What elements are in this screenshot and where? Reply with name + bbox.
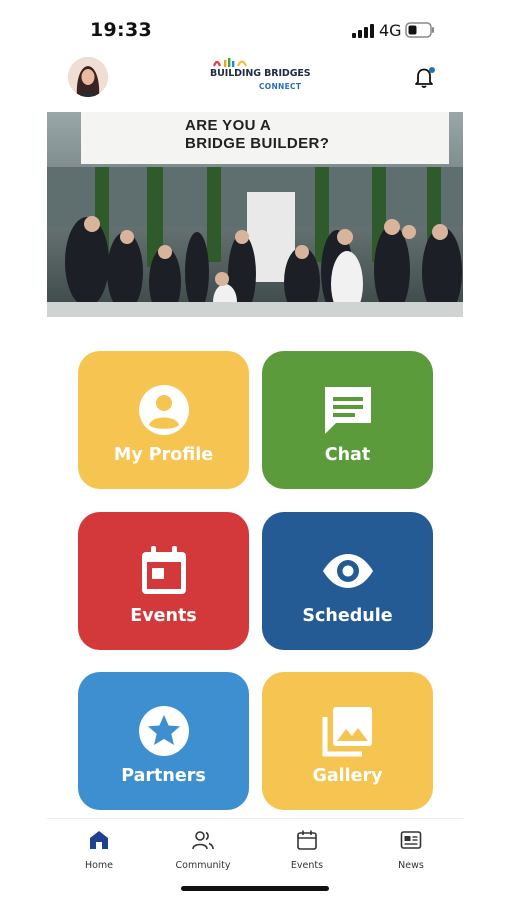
nav-label: Home [84,860,114,871]
hero-headline-line2: BRIDGE BUILDER? [185,135,330,152]
tile-label: Schedule [302,606,393,626]
calendar-icon [141,546,186,594]
tile-label: Partners [121,766,206,786]
signal-icon [352,24,374,38]
chat-tile[interactable]: Chat [262,351,433,489]
home-indicator [181,886,329,891]
gallery-tile[interactable]: Gallery [262,672,433,810]
avatar-image [68,57,108,97]
logo-subtitle: CONNECT [259,82,302,91]
bell-icon [415,67,435,88]
nav-label: News [398,860,424,871]
nav-label: Events [290,860,324,871]
tile-label: My Profile [113,445,214,465]
logo-title: BUILDING BRIDGES [210,68,311,79]
nav-item-news[interactable]: News [359,819,463,879]
user-circle-icon [138,385,189,435]
eye-icon [322,554,373,588]
battery-icon [405,22,434,38]
tile-label: Chat [324,445,371,465]
tile-label: Events [130,606,197,626]
hero-banner-image: ARE YOU A BRIDGE BUILDER? [47,112,463,317]
status-time: 19:33 [90,19,152,41]
network-type: 4G [379,21,402,40]
nav-item-events[interactable]: Events [255,819,359,879]
schedule-tile[interactable]: Schedule [262,512,433,650]
my-profile-tile[interactable]: My Profile [78,351,249,489]
status-bar: 19:33 4G [0,0,507,60]
bottom-navigation: Home Community Events News [47,818,463,880]
nav-label: Community [175,860,231,871]
home-icon [90,831,108,849]
chat-bubble-icon [324,387,371,434]
nav-item-home[interactable]: Home [47,819,151,879]
people-icon [192,831,214,850]
hero-headline: ARE YOU A BRIDGE BUILDER? [185,117,329,153]
hero-headline-line1: ARE YOU A [185,117,272,134]
star-badge-icon [138,706,189,756]
newspaper-icon [400,831,422,849]
partners-tile[interactable]: Partners [78,672,249,810]
calendar-icon [297,830,317,850]
notifications-button[interactable] [412,64,438,90]
nav-item-community[interactable]: Community [151,819,255,879]
tile-label: Gallery [312,766,383,786]
avatar[interactable] [68,57,108,97]
photo-library-icon [322,707,372,757]
logo-mark [212,58,248,67]
events-tile[interactable]: Events [78,512,249,650]
building-bridges-logo: BUILDING BRIDGES CONNECT [207,56,311,96]
